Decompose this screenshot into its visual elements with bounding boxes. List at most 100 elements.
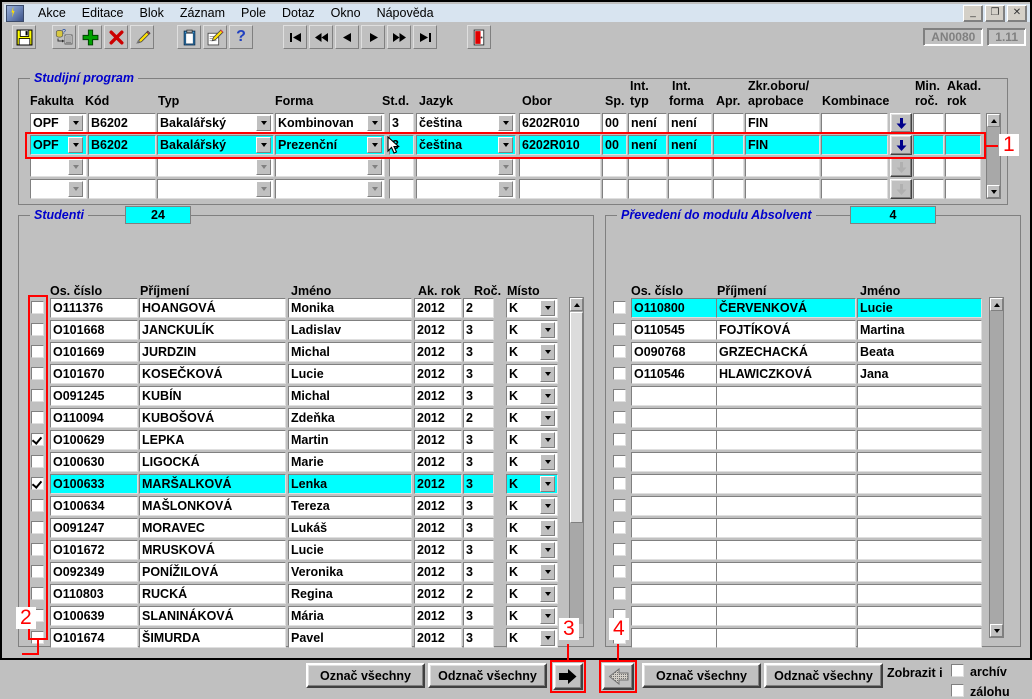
row-select-checkbox[interactable] bbox=[31, 411, 44, 424]
cell-ak-rok[interactable]: 2012 bbox=[414, 342, 462, 362]
cell-ak-rok[interactable]: 2012 bbox=[414, 496, 462, 516]
program-scrollbar[interactable] bbox=[986, 113, 1001, 199]
cell-roc[interactable]: 3 bbox=[463, 496, 494, 516]
cell-prijmeni[interactable] bbox=[716, 430, 856, 450]
cell-os-cislo[interactable] bbox=[631, 386, 717, 406]
cell-prijmeni[interactable]: PONÍŽILOVÁ bbox=[139, 562, 286, 582]
cell-roc[interactable]: 3 bbox=[463, 518, 494, 538]
row-select-checkbox[interactable] bbox=[613, 543, 626, 556]
cell-roc[interactable]: 2 bbox=[463, 408, 494, 428]
pr-kombinace[interactable] bbox=[821, 113, 888, 133]
cell-roc[interactable]: 3 bbox=[463, 562, 494, 582]
cell-roc[interactable]: 3 bbox=[463, 606, 494, 626]
misto-dropdown[interactable] bbox=[540, 366, 555, 382]
row-select-checkbox[interactable] bbox=[31, 499, 44, 512]
query-list-icon[interactable]: ? bbox=[52, 25, 76, 49]
cell-ak-rok[interactable]: 2012 bbox=[414, 408, 462, 428]
cell-roc[interactable]: 3 bbox=[463, 474, 494, 494]
pr-akad-rok[interactable] bbox=[945, 179, 981, 199]
cell-roc[interactable]: 3 bbox=[463, 386, 494, 406]
cell-prijmeni[interactable]: HLAWICZKOVÁ bbox=[716, 364, 856, 384]
pr-jazyk-dropdown[interactable] bbox=[498, 181, 513, 197]
pr-jazyk-dropdown[interactable] bbox=[498, 137, 513, 153]
cell-os-cislo[interactable]: O110803 bbox=[50, 584, 138, 604]
misto-dropdown[interactable] bbox=[540, 520, 555, 536]
pr-kod[interactable] bbox=[88, 157, 156, 177]
exit-icon[interactable] bbox=[467, 25, 491, 49]
pr-jazyk-dropdown[interactable] bbox=[498, 159, 513, 175]
cell-os-cislo[interactable]: O091247 bbox=[50, 518, 138, 538]
cell-prijmeni[interactable]: MORAVEC bbox=[139, 518, 286, 538]
misto-dropdown[interactable] bbox=[540, 564, 555, 580]
cell-os-cislo[interactable]: O092349 bbox=[50, 562, 138, 582]
cell-jmeno[interactable] bbox=[857, 584, 982, 604]
row-select-checkbox[interactable] bbox=[613, 433, 626, 446]
cell-os-cislo[interactable] bbox=[631, 452, 717, 472]
cell-os-cislo[interactable]: O091245 bbox=[50, 386, 138, 406]
row-select-checkbox[interactable] bbox=[31, 521, 44, 534]
pr-sp[interactable] bbox=[602, 157, 627, 177]
cell-jmeno[interactable] bbox=[857, 496, 982, 516]
cell-os-cislo[interactable]: O110800 bbox=[631, 298, 717, 318]
cell-jmeno[interactable]: Mária bbox=[288, 606, 412, 626]
cell-jmeno[interactable]: Zdeňka bbox=[288, 408, 412, 428]
pr-zkr[interactable]: FIN bbox=[745, 135, 820, 155]
cell-ak-rok[interactable]: 2012 bbox=[414, 606, 462, 626]
row-select-checkbox[interactable] bbox=[31, 565, 44, 578]
absolvent-scroll-down-arrow[interactable] bbox=[990, 624, 1003, 637]
pr-zkr[interactable] bbox=[745, 157, 820, 177]
prev-record-icon[interactable] bbox=[335, 25, 359, 49]
row-select-checkbox[interactable] bbox=[31, 345, 44, 358]
menu-napoveda[interactable]: Nápověda bbox=[369, 5, 442, 21]
pr-min-roc[interactable] bbox=[913, 179, 944, 199]
note-edit-icon[interactable] bbox=[203, 25, 227, 49]
cell-prijmeni[interactable] bbox=[716, 474, 856, 494]
cell-roc[interactable]: 3 bbox=[463, 430, 494, 450]
misto-dropdown[interactable] bbox=[540, 608, 555, 624]
cell-prijmeni[interactable]: FOJTÍKOVÁ bbox=[716, 320, 856, 340]
pr-min-roc[interactable] bbox=[913, 135, 944, 155]
cell-prijmeni[interactable]: JURDZIN bbox=[139, 342, 286, 362]
cell-jmeno[interactable]: Marie bbox=[288, 452, 412, 472]
cell-os-cislo[interactable]: O101668 bbox=[50, 320, 138, 340]
cell-jmeno[interactable]: Veronika bbox=[288, 562, 412, 582]
cell-roc[interactable]: 3 bbox=[463, 540, 494, 560]
pr-kombinace[interactable] bbox=[821, 157, 888, 177]
cell-jmeno[interactable]: Tereza bbox=[288, 496, 412, 516]
pr-int-typ[interactable] bbox=[628, 157, 667, 177]
cell-os-cislo[interactable]: O101674 bbox=[50, 628, 138, 648]
row-select-checkbox[interactable] bbox=[31, 433, 44, 446]
pr-typ-dropdown[interactable] bbox=[256, 181, 271, 197]
absolvent-scroll-track[interactable] bbox=[990, 311, 1003, 624]
menu-dotaz[interactable]: Dotaz bbox=[274, 5, 323, 21]
cell-os-cislo[interactable] bbox=[631, 628, 717, 648]
menu-zaznam[interactable]: Záznam bbox=[172, 5, 233, 21]
cell-jmeno[interactable] bbox=[857, 606, 982, 626]
cell-os-cislo[interactable]: O101672 bbox=[50, 540, 138, 560]
pr-std[interactable] bbox=[389, 157, 414, 177]
cell-jmeno[interactable] bbox=[857, 540, 982, 560]
cell-os-cislo[interactable]: O100639 bbox=[50, 606, 138, 626]
cell-ak-rok[interactable]: 2012 bbox=[414, 518, 462, 538]
cell-ak-rok[interactable]: 2012 bbox=[414, 386, 462, 406]
row-select-checkbox[interactable] bbox=[613, 477, 626, 490]
cell-roc[interactable]: 2 bbox=[463, 584, 494, 604]
row-select-checkbox[interactable] bbox=[31, 301, 44, 314]
pr-min-roc[interactable] bbox=[913, 113, 944, 133]
pr-kombinace[interactable] bbox=[821, 135, 888, 155]
row-select-checkbox[interactable] bbox=[613, 455, 626, 468]
pr-akad-rok[interactable] bbox=[945, 157, 981, 177]
transfer-right-button[interactable] bbox=[553, 663, 583, 690]
pr-detail-button[interactable] bbox=[890, 113, 912, 133]
misto-dropdown[interactable] bbox=[540, 300, 555, 316]
cell-os-cislo[interactable] bbox=[631, 496, 717, 516]
cell-jmeno[interactable]: Ladislav bbox=[288, 320, 412, 340]
pr-sp[interactable]: 00 bbox=[602, 135, 627, 155]
pr-std[interactable]: 3 bbox=[389, 113, 414, 133]
row-select-checkbox[interactable] bbox=[613, 565, 626, 578]
row-select-checkbox[interactable] bbox=[613, 367, 626, 380]
delete-record-icon[interactable] bbox=[104, 25, 128, 49]
pr-kod[interactable]: B6202 bbox=[88, 135, 156, 155]
pr-obor[interactable]: 6202R010 bbox=[519, 135, 601, 155]
cell-ak-rok[interactable]: 2012 bbox=[414, 364, 462, 384]
